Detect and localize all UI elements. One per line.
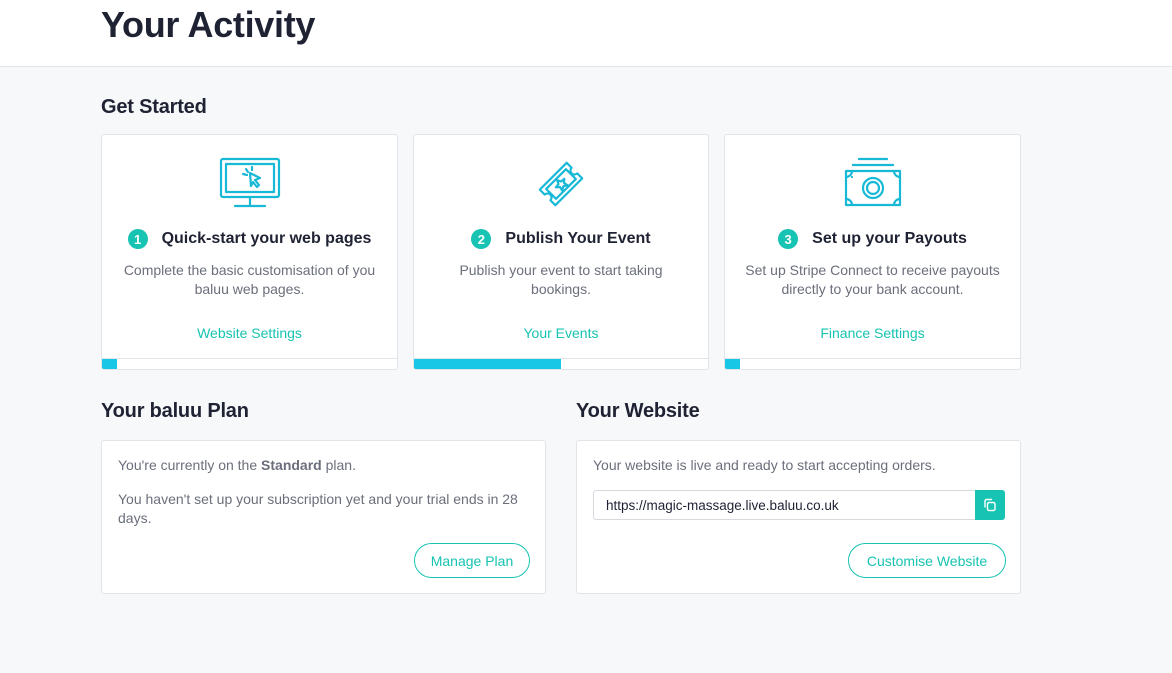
your-events-link[interactable]: Your Events: [414, 325, 708, 341]
step-heading: 1 Quick-start your web pages: [102, 229, 397, 249]
trial-text: You haven't set up your subscription yet…: [118, 491, 518, 526]
step-heading: 2 Publish Your Event: [414, 229, 708, 249]
step-progress-fill: [102, 359, 117, 369]
money-icon: [842, 155, 904, 213]
step-progress-fill: [725, 359, 740, 369]
step-title: Publish Your Event: [505, 230, 651, 247]
step-progress-bar: [102, 358, 397, 369]
step-progress-bar: [414, 358, 708, 369]
step-number-badge: 2: [471, 229, 492, 249]
plan-name: Standard: [261, 457, 322, 473]
finance-settings-link[interactable]: Finance Settings: [725, 325, 1020, 341]
plan-section-title: Your baluu Plan: [101, 400, 249, 422]
website-card: Your website is live and ready to start …: [576, 440, 1021, 594]
copy-url-button[interactable]: [975, 490, 1005, 520]
page-title: Your Activity: [101, 4, 316, 45]
step-number-badge: 1: [127, 229, 148, 249]
get-started-title: Get Started: [101, 96, 207, 118]
website-status-text: Your website is live and ready to start …: [593, 457, 936, 473]
manage-plan-button[interactable]: Manage Plan: [414, 543, 530, 578]
step-progress-bar: [725, 358, 1020, 369]
current-plan-text: You're currently on the Standard plan.: [118, 456, 529, 475]
plan-line-prefix: You're currently on the: [118, 457, 258, 473]
plan-card: You're currently on the Standard plan. Y…: [101, 440, 546, 594]
step-card-payouts: 3 Set up your Payouts Set up Stripe Conn…: [724, 134, 1021, 370]
step-description: Set up Stripe Connect to receive payouts…: [745, 262, 1000, 297]
step-title: Quick-start your web pages: [161, 230, 372, 247]
monitor-cursor-icon: [219, 155, 281, 213]
step-description: Publish your event to start taking booki…: [459, 262, 663, 297]
website-settings-link[interactable]: Website Settings: [102, 325, 397, 341]
step-card-publish-event: 2 Publish Your Event Publish your event …: [413, 134, 709, 370]
step-title: Set up your Payouts: [812, 230, 967, 247]
customise-website-button[interactable]: Customise Website: [848, 543, 1006, 578]
copy-icon: [983, 498, 997, 512]
website-section-title: Your Website: [576, 400, 700, 422]
website-url-field[interactable]: [593, 490, 977, 520]
step-card-web-pages: 1 Quick-start your web pages Complete th…: [101, 134, 398, 370]
step-number-badge: 3: [778, 229, 799, 249]
step-progress-fill: [414, 359, 561, 369]
ticket-icon: [530, 155, 592, 213]
step-description: Complete the basic customisation of you …: [123, 262, 376, 297]
plan-line-suffix: plan.: [325, 457, 356, 473]
page-header: Your Activity: [0, 0, 1172, 67]
step-heading: 3 Set up your Payouts: [725, 229, 1020, 249]
